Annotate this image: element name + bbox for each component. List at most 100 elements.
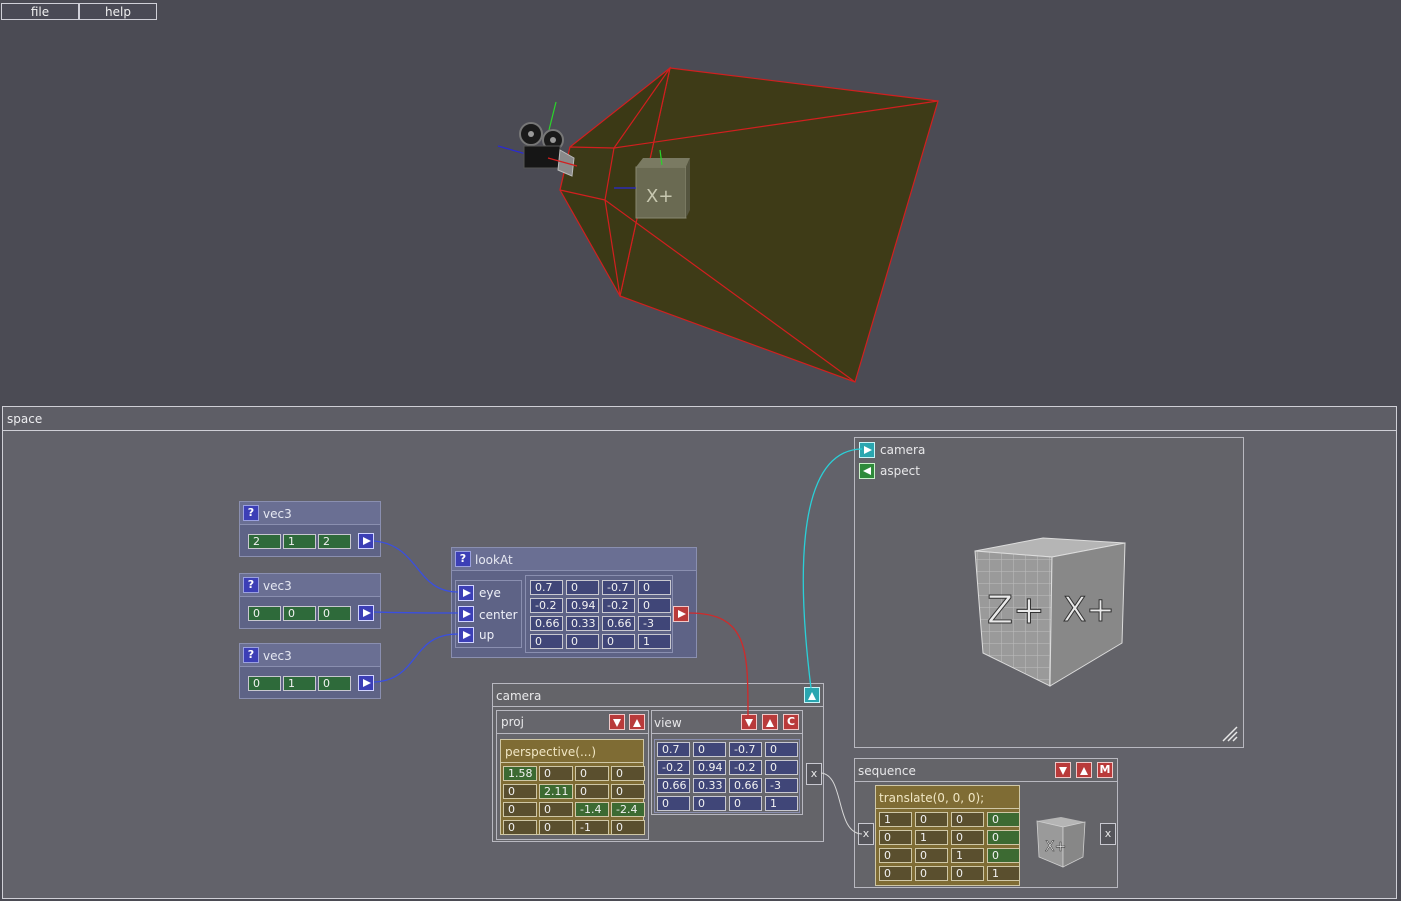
matrix-cell-r3-c1[interactable]: 0 xyxy=(539,820,573,835)
matrix-cell-r3-c2[interactable]: 0 xyxy=(602,634,635,649)
vec3-node-center[interactable]: ? vec3 0 0 0 xyxy=(239,573,381,629)
matrix-cell-r0-c0[interactable]: 0.7 xyxy=(530,580,563,595)
lookat-node[interactable]: ? lookAt eye center up 0.7 0 -0.7 0 -0.2 0.94… xyxy=(451,547,697,658)
vec3-output-port[interactable] xyxy=(358,675,374,691)
matrix-cell-r0-c1[interactable]: 0 xyxy=(539,766,573,781)
camera-title-bar[interactable]: camera xyxy=(493,684,823,707)
vec3-z-field[interactable]: 0 xyxy=(318,676,351,691)
camera-x-button[interactable]: x xyxy=(806,763,822,785)
vec3-y-field[interactable]: 1 xyxy=(283,534,316,549)
vec3-x-field[interactable]: 0 xyxy=(248,606,281,621)
help-button[interactable]: ? xyxy=(243,577,259,593)
matrix-cell-r3-c0[interactable]: 0 xyxy=(879,866,912,881)
matrix-cell-r0-c2[interactable]: 0 xyxy=(575,766,609,781)
matrix-cell-r3-c0[interactable]: 0 xyxy=(530,634,563,649)
matrix-cell-r2-c0[interactable]: 0.66 xyxy=(530,616,563,631)
matrix-cell-r3-c0[interactable]: 0 xyxy=(657,796,690,811)
vec3-z-field[interactable]: 2 xyxy=(318,534,351,549)
file-menu-button[interactable]: file xyxy=(1,3,79,20)
camera-input-port[interactable] xyxy=(859,442,875,458)
help-menu-button[interactable]: help xyxy=(79,3,157,20)
scene-cube[interactable]: X+ xyxy=(635,158,690,219)
matrix-cell-r1-c2[interactable]: -0.2 xyxy=(729,760,762,775)
matrix-cell-r2-c2[interactable]: 0.66 xyxy=(729,778,762,793)
matrix-cell-r1-c2[interactable]: -0.2 xyxy=(602,598,635,613)
matrix-cell-r2-c0[interactable]: 0 xyxy=(503,802,537,817)
view-c-button[interactable]: C xyxy=(783,714,799,730)
matrix-cell-r1-c0[interactable]: 0 xyxy=(879,830,912,845)
matrix-cell-r1-c2[interactable]: 0 xyxy=(951,830,984,845)
sequence-output-x-button[interactable]: x xyxy=(1100,823,1116,845)
vec3-node-eye[interactable]: ? vec3 2 1 2 xyxy=(239,501,381,557)
matrix-cell-r2-c1[interactable]: 0.33 xyxy=(566,616,599,631)
matrix-cell-r0-c1[interactable]: 0 xyxy=(566,580,599,595)
matrix-cell-r0-c3[interactable]: 0 xyxy=(987,812,1020,827)
vec3-output-port[interactable] xyxy=(358,533,374,549)
camera-output-port[interactable] xyxy=(804,687,820,703)
matrix-cell-r2-c2[interactable]: 0.66 xyxy=(602,616,635,631)
view-collapse-button[interactable] xyxy=(741,714,757,730)
matrix-cell-r1-c1[interactable]: 0.94 xyxy=(566,598,599,613)
matrix-cell-r2-c1[interactable]: 0 xyxy=(539,802,573,817)
vec3-output-port[interactable] xyxy=(358,605,374,621)
matrix-cell-r3-c1[interactable]: 0 xyxy=(915,866,948,881)
matrix-cell-r0-c2[interactable]: -0.7 xyxy=(729,742,762,757)
matrix-cell-r3-c3[interactable]: 1 xyxy=(638,634,671,649)
matrix-cell-r0-c0[interactable]: 0.7 xyxy=(657,742,690,757)
center-input-port[interactable] xyxy=(458,606,474,622)
help-button[interactable]: ? xyxy=(455,551,471,567)
3d-viewport[interactable]: X+ xyxy=(0,0,1401,405)
matrix-cell-r1-c1[interactable]: 1 xyxy=(915,830,948,845)
matrix-cell-r3-c1[interactable]: 0 xyxy=(693,796,726,811)
matrix-cell-r1-c3[interactable]: 0 xyxy=(765,760,798,775)
matrix-cell-r1-c0[interactable]: -0.2 xyxy=(530,598,563,613)
matrix-cell-r0-c2[interactable]: 0 xyxy=(951,812,984,827)
matrix-cell-r1-c0[interactable]: 0 xyxy=(503,784,537,799)
matrix-cell-r2-c0[interactable]: 0 xyxy=(879,848,912,863)
matrix-cell-r3-c3[interactable]: 0 xyxy=(611,820,645,835)
vec3-y-field[interactable]: 1 xyxy=(283,676,316,691)
sequence-node[interactable]: sequence M x translate(0, 0, 0); 1000010… xyxy=(854,758,1118,888)
lookat-output-port[interactable] xyxy=(673,606,689,622)
vec3-x-field[interactable]: 0 xyxy=(248,676,281,691)
view-expand-button[interactable] xyxy=(762,714,778,730)
matrix-cell-r3-c2[interactable]: -1 xyxy=(575,820,609,835)
vec3-title-bar[interactable]: ? vec3 xyxy=(240,502,380,525)
vec3-title-bar[interactable]: ? vec3 xyxy=(240,644,380,667)
matrix-cell-r0-c3[interactable]: 0 xyxy=(638,580,671,595)
eye-input-port[interactable] xyxy=(458,585,474,601)
vec3-x-field[interactable]: 2 xyxy=(248,534,281,549)
matrix-cell-r2-c3[interactable]: 0 xyxy=(987,848,1020,863)
matrix-cell-r0-c0[interactable]: 1 xyxy=(879,812,912,827)
camera-node[interactable]: camera proj perspective(...) 1.58 0 0 0 0 2.1… xyxy=(492,683,824,842)
matrix-cell-r2-c1[interactable]: 0 xyxy=(915,848,948,863)
matrix-cell-r0-c2[interactable]: -0.7 xyxy=(602,580,635,595)
resize-handle-icon[interactable] xyxy=(1221,725,1239,743)
matrix-cell-r3-c2[interactable]: 0 xyxy=(951,866,984,881)
lookat-title-bar[interactable]: ? lookAt xyxy=(452,548,696,571)
help-button[interactable]: ? xyxy=(243,647,259,663)
matrix-cell-r0-c3[interactable]: 0 xyxy=(611,766,645,781)
matrix-cell-r0-c3[interactable]: 0 xyxy=(765,742,798,757)
render-preview-panel[interactable]: camera aspect Z+ X+ xyxy=(854,437,1244,748)
sequence-expand-button[interactable] xyxy=(1076,762,1092,778)
matrix-cell-r2-c3[interactable]: -3 xyxy=(765,778,798,793)
matrix-cell-r2-c2[interactable]: -1.4 xyxy=(575,802,609,817)
matrix-cell-r1-c1[interactable]: 2.11 xyxy=(539,784,573,799)
matrix-cell-r1-c3[interactable]: 0 xyxy=(638,598,671,613)
matrix-cell-r1-c3[interactable]: 0 xyxy=(611,784,645,799)
matrix-cell-r2-c3[interactable]: -2.4 xyxy=(611,802,645,817)
aspect-output-port[interactable] xyxy=(859,463,875,479)
matrix-cell-r1-c0[interactable]: -0.2 xyxy=(657,760,690,775)
matrix-cell-r2-c3[interactable]: -3 xyxy=(638,616,671,631)
matrix-cell-r3-c3[interactable]: 1 xyxy=(765,796,798,811)
sequence-collapse-button[interactable] xyxy=(1055,762,1071,778)
matrix-cell-r2-c0[interactable]: 0.66 xyxy=(657,778,690,793)
vec3-y-field[interactable]: 0 xyxy=(283,606,316,621)
matrix-cell-r0-c1[interactable]: 0 xyxy=(915,812,948,827)
matrix-cell-r3-c0[interactable]: 0 xyxy=(503,820,537,835)
matrix-cell-r2-c1[interactable]: 0.33 xyxy=(693,778,726,793)
matrix-cell-r3-c1[interactable]: 0 xyxy=(566,634,599,649)
sequence-m-button[interactable]: M xyxy=(1097,762,1113,778)
proj-expand-button[interactable] xyxy=(629,714,645,730)
